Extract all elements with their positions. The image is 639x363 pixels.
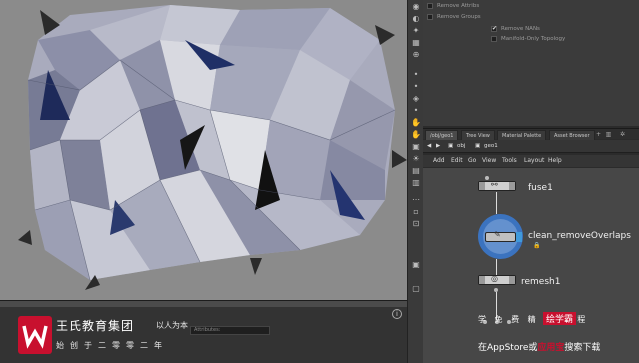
fuse-icon: ⚯	[491, 180, 498, 189]
display-flag[interactable]	[509, 182, 515, 190]
info-icon[interactable]: ▢	[411, 284, 421, 294]
input-connector[interactable]	[485, 176, 489, 180]
remove-nans-label: Remove NANs	[501, 26, 540, 32]
menu-add[interactable]: Add	[433, 157, 445, 164]
menu-help[interactable]: Help	[548, 157, 562, 164]
bypass-flag[interactable]	[479, 276, 485, 284]
gear-icon[interactable]: ✲	[619, 131, 626, 138]
menu-view[interactable]: View	[482, 157, 496, 164]
scale-icon[interactable]: ▫	[411, 207, 421, 217]
light-icon[interactable]: ✦	[411, 26, 421, 36]
node-remesh1[interactable]: ◎	[478, 274, 516, 285]
manifold-only-label: Manifold-Only Topology	[501, 36, 566, 42]
bypass-flag[interactable]	[479, 182, 485, 190]
path-node[interactable]: geo1	[484, 143, 498, 149]
menu-edit[interactable]: Edit	[451, 157, 463, 164]
brand-logo	[18, 316, 52, 354]
wire	[496, 259, 497, 275]
watermark-line2-pre: 在AppStore或	[478, 343, 538, 353]
network-menu-bar: Add Edit Go View Tools Layout Help	[423, 155, 639, 167]
watermark-badge: 绘学霸	[543, 312, 577, 325]
remove-nans-checkbox[interactable]	[491, 24, 497, 34]
ghost-icon[interactable]: ▤	[411, 166, 421, 176]
normal-icon[interactable]: ✋	[411, 118, 421, 128]
point-icon[interactable]: •	[411, 106, 421, 116]
lock-icon: 🔒	[533, 242, 541, 249]
network-tab-bar: /obj/geo1 Tree View Material Palette Ass…	[423, 128, 639, 140]
add-tab-icon[interactable]: +	[595, 131, 602, 138]
tab-tree-view[interactable]: Tree View	[461, 130, 495, 140]
shading-icon[interactable]: •	[411, 82, 421, 92]
wire	[496, 192, 497, 214]
display-flag[interactable]	[509, 276, 515, 284]
tab-asset-browser[interactable]: Asset Browser	[549, 130, 595, 140]
path-bar: ◀ ▶ ▣ obj ▣ geo1	[423, 140, 639, 153]
remesh-icon: ◎	[491, 274, 498, 283]
remove-groups-checkbox[interactable]	[427, 14, 433, 20]
remove-attribs-checkbox[interactable]	[427, 3, 433, 9]
remove-attribs-label: Remove Attribs	[437, 3, 480, 9]
path-context[interactable]: obj	[457, 143, 465, 149]
menu-layout[interactable]: Layout	[524, 157, 544, 164]
fractured-mesh	[0, 0, 407, 300]
camera-icon[interactable]: ◐	[411, 14, 421, 24]
node-label-fuse1: fuse1	[528, 183, 553, 193]
zoom-icon[interactable]: ⊡	[411, 219, 421, 229]
wire-icon[interactable]: ◈	[411, 94, 421, 104]
remove-groups-label: Remove Groups	[437, 14, 481, 20]
forward-icon[interactable]: ▶	[436, 143, 440, 149]
obj-context-icon: ▣	[448, 143, 454, 149]
brand-title: 王氏教育集团	[56, 319, 135, 333]
time-scrubber[interactable]	[0, 301, 407, 307]
list-icon[interactable]: ▥	[411, 178, 421, 188]
menu-tools[interactable]: Tools	[502, 157, 517, 164]
node-fuse1[interactable]: ⚯	[478, 180, 516, 191]
watermark-line2: 在AppStore或应用宝搜索下载	[478, 340, 600, 353]
brand-slogan: 以人为本	[156, 321, 188, 330]
3d-viewport[interactable]	[0, 0, 407, 300]
render-icon[interactable]: ▣	[411, 260, 421, 270]
layout-icon[interactable]: ▥	[605, 131, 612, 138]
info-button[interactable]: i	[392, 309, 402, 319]
brand-subtitle: 始创于二零零二年	[56, 341, 168, 350]
network-editor[interactable]: ⚯ fuse1 ✎ clean_removeOverlaps 🔒 ◎ remes…	[423, 168, 639, 363]
node-label-clean-removeoverlaps: clean_removeOverlaps	[528, 231, 631, 241]
display-flag-active[interactable]	[516, 232, 522, 242]
parameter-pane: Remove Attribs Remove Groups Remove NANs…	[423, 0, 639, 126]
manifold-only-checkbox[interactable]	[491, 36, 497, 42]
flip-icon[interactable]: ⋯	[411, 195, 421, 205]
hand-icon[interactable]: ▣	[411, 142, 421, 152]
cube-icon[interactable]: ☀	[411, 154, 421, 164]
attributes-field[interactable]: Attributes:	[190, 326, 270, 335]
snap-icon[interactable]: ⊕	[411, 50, 421, 60]
node-clean-removeoverlaps[interactable]: ✎	[478, 214, 523, 259]
menu-go[interactable]: Go	[468, 157, 476, 164]
grid-icon[interactable]: ▦	[411, 38, 421, 48]
watermark-line2-brand: 应用宝	[537, 343, 565, 353]
display-icon[interactable]: •	[411, 70, 421, 80]
back-icon[interactable]: ◀	[427, 143, 431, 149]
node-label-remesh1: remesh1	[521, 277, 561, 287]
watermark-line2-post: 搜索下载	[564, 343, 601, 353]
geo-node-icon: ▣	[475, 143, 481, 149]
viewport-toolbar: ◉ ◐ ✦ ▦ ⊕ • • ◈ • ✋ ✋ ▣ ☀ ▤ ▥ ⋯ ▫ ⊡ ▣ ▢	[407, 0, 423, 363]
uv-icon[interactable]: ✋	[411, 130, 421, 140]
eye-icon[interactable]: ◉	[411, 2, 421, 12]
brush-icon: ✎	[494, 230, 501, 239]
tab-material-palette[interactable]: Material Palette	[497, 130, 547, 140]
tab-obj-geo1[interactable]: /obj/geo1	[425, 130, 459, 140]
